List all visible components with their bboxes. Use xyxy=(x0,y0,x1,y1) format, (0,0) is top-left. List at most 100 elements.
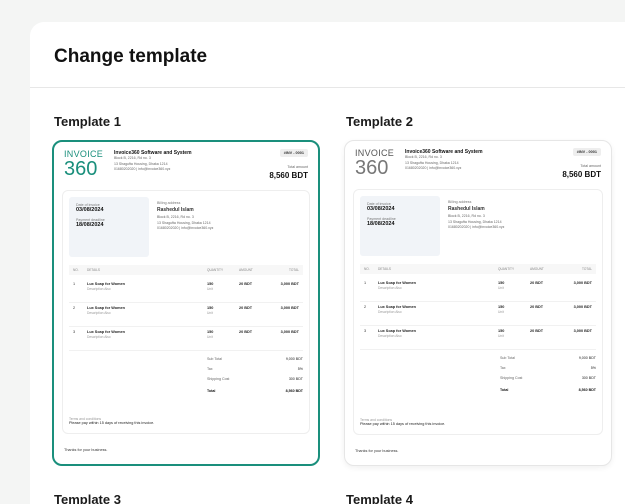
item-unit: Unit xyxy=(207,311,213,315)
col-total: TOTAL xyxy=(289,268,299,272)
item-amount: 20 BDT xyxy=(530,329,544,333)
col-details: DETAILS xyxy=(87,268,101,272)
tax-label: Tax xyxy=(207,367,213,371)
item-total: 3,000 BDT xyxy=(280,330,299,334)
total-amount-value: 8,560 BDT xyxy=(562,170,601,179)
item-qty: 150 xyxy=(498,329,505,333)
table-row: 1 Lux Soap for Women Description Also 15… xyxy=(360,278,596,302)
col-quantity: QUANTITY xyxy=(207,268,224,272)
item-desc: Description Also xyxy=(378,310,402,314)
billing-label: Billing address xyxy=(157,201,181,205)
shipping-value: 300 BDT xyxy=(288,377,303,381)
item-amount: 20 BDT xyxy=(239,330,253,334)
table-row: 2 Lux Soap for Women Description Also 15… xyxy=(69,303,303,327)
billing-contact: 01680202020 | info@invoice360.xyz xyxy=(448,225,505,229)
item-unit: Unit xyxy=(207,287,213,291)
subtotal-value: 9,000 BDT xyxy=(285,357,303,361)
item-qty: 150 xyxy=(498,281,505,285)
total-label: Total xyxy=(207,389,216,393)
item-no: 3 xyxy=(364,329,367,333)
subtotal-label: Sub Total xyxy=(207,357,222,361)
tax-value: 5% xyxy=(297,367,303,371)
date-box: Date of invoice 03/08/2024 Payment deadl… xyxy=(69,197,149,257)
item-total: 3,000 BDT xyxy=(280,282,299,286)
col-total: TOTAL xyxy=(582,267,592,271)
thanks-note: Thanks for your business. xyxy=(355,449,399,453)
date-box: Date of invoice 03/08/2024 Payment deadl… xyxy=(360,196,440,256)
invoice360-logo: INVOICE 360 xyxy=(355,149,395,181)
date-value: 03/08/2024 xyxy=(76,207,104,213)
item-no: 2 xyxy=(73,306,76,310)
col-amount: AMOUNT xyxy=(530,267,544,271)
table-row: 2 Lux Soap for Women Description Also 15… xyxy=(360,302,596,326)
item-total: 3,000 BDT xyxy=(573,305,592,309)
invoice-number-badge: #INV - 0001 xyxy=(572,148,601,156)
panel-header: Change template xyxy=(30,22,625,88)
logo-text-bottom: 360 xyxy=(64,158,98,180)
item-unit: Unit xyxy=(498,334,504,338)
item-no: 1 xyxy=(73,282,76,286)
change-template-panel: Change template Template 1 Template 2 IN… xyxy=(30,22,625,504)
company-contact: 01680202020 | info@invoice360.xyz xyxy=(114,167,171,171)
billing-contact: 01680202020 | info@invoice360.xyz xyxy=(157,226,214,230)
item-amount: 20 BDT xyxy=(530,305,544,309)
item-name: Lux Soap for Women xyxy=(378,281,416,285)
item-no: 1 xyxy=(364,281,367,285)
invoice360-logo: INVOICE 360 xyxy=(64,150,104,182)
template-2-card[interactable]: INVOICE 360 Invoice360 Software and Syst… xyxy=(344,140,612,466)
item-desc: Description Also xyxy=(378,286,402,290)
item-desc: Description Also xyxy=(87,287,111,291)
item-name: Lux Soap for Women xyxy=(87,306,125,310)
date-value: 03/08/2024 xyxy=(367,206,395,212)
total-amount-label: Total amount xyxy=(287,165,308,169)
invoice-body: Date of invoice 03/08/2024 Payment deadl… xyxy=(62,190,310,434)
tax-value: 5% xyxy=(590,366,596,370)
invoice-preview: INVOICE 360 Invoice360 Software and Syst… xyxy=(345,141,611,465)
item-qty: 150 xyxy=(207,330,214,334)
item-name: Lux Soap for Women xyxy=(87,330,125,334)
template-2-label: Template 2 xyxy=(346,114,413,129)
item-amount: 20 BDT xyxy=(239,306,253,310)
item-total: 3,000 BDT xyxy=(573,281,592,285)
thanks-note: Thanks for your business. xyxy=(64,448,108,452)
item-unit: Unit xyxy=(498,286,504,290)
invoice-body: Date of invoice 03/08/2024 Payment deadl… xyxy=(353,189,603,435)
item-amount: 20 BDT xyxy=(239,282,253,286)
terms-section: Terms and conditions Please pay within 1… xyxy=(69,417,154,425)
col-quantity: QUANTITY xyxy=(498,267,515,271)
invoice-preview: INVOICE 360 Invoice360 Software and Syst… xyxy=(54,142,318,464)
billing-name: Rashedul Islam xyxy=(157,207,194,213)
item-total: 3,000 BDT xyxy=(280,306,299,310)
tax-label: Tax xyxy=(500,366,506,370)
subtotal-label: Sub Total xyxy=(500,356,515,360)
item-no: 2 xyxy=(364,305,367,309)
table-row: 3 Lux Soap for Women Description Also 15… xyxy=(69,327,303,351)
company-contact: 01680202020 | info@invoice360.xyz xyxy=(405,166,462,170)
items-table-header: NO. DETAILS QUANTITY AMOUNT TOTAL xyxy=(69,265,303,275)
total-value: 8,560 BDT xyxy=(578,388,596,392)
item-desc: Description Also xyxy=(87,335,111,339)
template-1-card[interactable]: INVOICE 360 Invoice360 Software and Syst… xyxy=(52,140,320,466)
total-amount-value: 8,560 BDT xyxy=(269,171,308,180)
company-info: Invoice360 Software and System Block B, … xyxy=(405,149,483,172)
item-unit: Unit xyxy=(207,335,213,339)
item-qty: 150 xyxy=(207,306,214,310)
terms-text: Please pay within 15 days of receiving t… xyxy=(360,422,446,426)
col-no: NO. xyxy=(73,268,79,272)
company-info: Invoice360 Software and System Block B, … xyxy=(114,150,192,173)
item-amount: 20 BDT xyxy=(530,281,544,285)
billing-address: Billing address Rashedul Islam Block B, … xyxy=(448,200,504,231)
col-no: NO. xyxy=(364,267,370,271)
shipping-label: Shipping Cost xyxy=(500,376,523,380)
table-row: 1 Lux Soap for Women Description Also 15… xyxy=(69,279,303,303)
template-3-label: Template 3 xyxy=(54,492,121,504)
item-qty: 150 xyxy=(207,282,214,286)
terms-text: Please pay within 15 days of receiving t… xyxy=(69,421,155,425)
logo-text-bottom: 360 xyxy=(355,157,389,179)
subtotal-value: 9,000 BDT xyxy=(578,356,596,360)
shipping-label: Shipping Cost xyxy=(207,377,230,381)
deadline-value: 18/08/2024 xyxy=(367,221,395,227)
item-desc: Description Also xyxy=(87,311,111,315)
item-no: 3 xyxy=(73,330,76,334)
col-details: DETAILS xyxy=(378,267,392,271)
